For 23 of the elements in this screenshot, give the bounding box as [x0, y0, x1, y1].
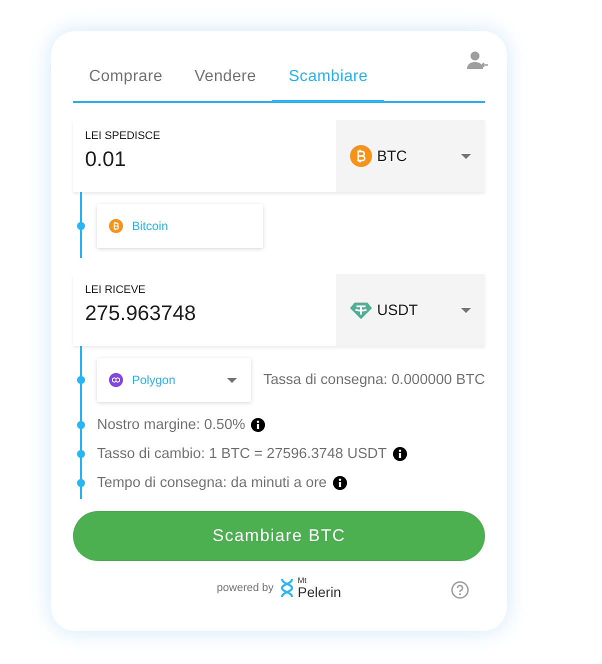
- detail-text: Tasso di cambio: 1 BTC = 27596.3748 USDT: [97, 446, 387, 462]
- info-icon[interactable]: [251, 418, 266, 432]
- info-icon[interactable]: [392, 446, 407, 460]
- info-icon[interactable]: [332, 476, 347, 490]
- logo-text: Pelerin: [298, 585, 342, 599]
- logo-icon: [280, 578, 294, 598]
- caret-icon: [461, 154, 471, 158]
- currency-select[interactable]: BTC: [336, 120, 485, 192]
- caret-icon: [461, 308, 471, 312]
- currency-select[interactable]: USDT: [336, 274, 485, 346]
- user-icon[interactable]: [467, 51, 489, 69]
- logo-text: Mt: [298, 577, 308, 585]
- detail-text: Nostro margine: 0.50%: [97, 416, 246, 432]
- tab[interactable]: Comprare: [73, 60, 179, 103]
- timeline-line: [80, 192, 82, 258]
- powered-by-text: powered by: [216, 582, 274, 594]
- delivery-fee-text: Tassa di consegna: 0.000000 BTC: [263, 372, 485, 388]
- amount-field[interactable]: LEI SPEDISCE 0.01: [73, 120, 336, 192]
- amount-field[interactable]: LEI RICEVE 275.963748: [73, 274, 336, 346]
- help-icon[interactable]: [451, 581, 469, 599]
- detail-text: Tempo di consegna: da minuti a ore: [97, 474, 327, 490]
- tab[interactable]: Vendere: [178, 60, 272, 103]
- exchange-button[interactable]: Scambiare BTC: [73, 511, 485, 561]
